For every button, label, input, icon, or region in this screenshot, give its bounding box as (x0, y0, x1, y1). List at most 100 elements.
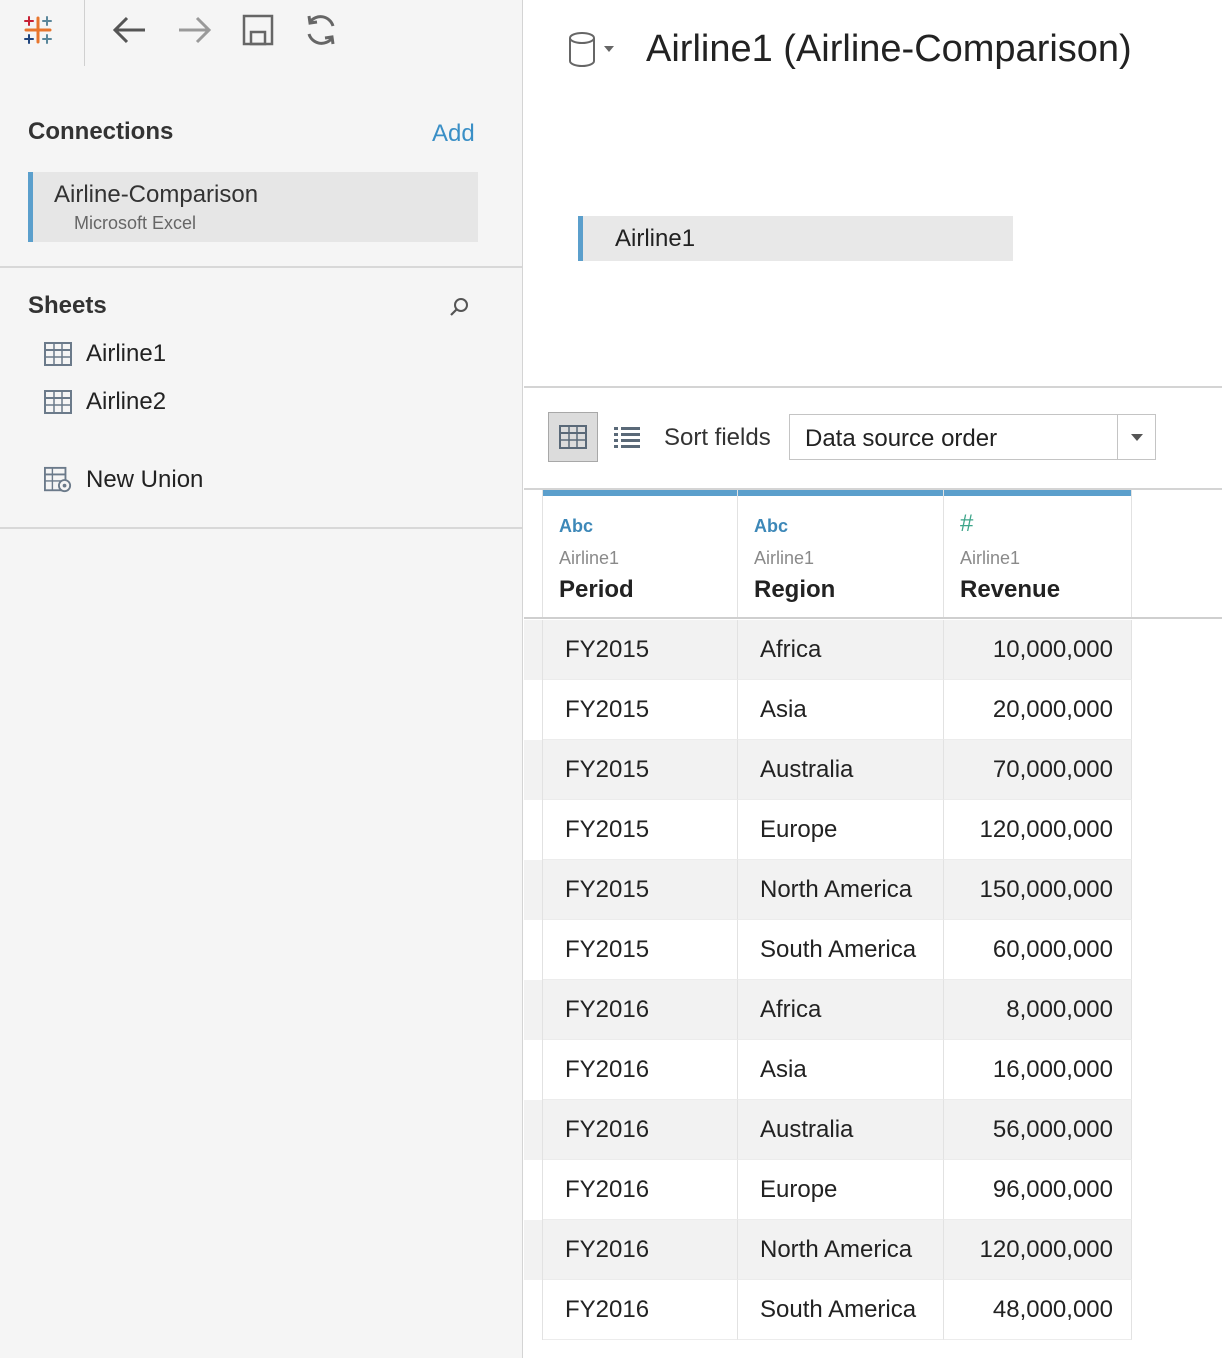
add-connection-link[interactable]: Add (432, 120, 475, 148)
union-icon (44, 466, 72, 494)
cell-region[interactable]: South America (738, 1280, 944, 1340)
cell-region[interactable]: Australia (738, 1100, 944, 1160)
table-row: FY2016 Africa 8,000,000 (524, 980, 1132, 1040)
column-header-period[interactable]: Abc Airline1 Period (543, 490, 738, 617)
cell-region[interactable]: Asia (738, 680, 944, 740)
cell-period[interactable]: FY2016 (543, 1100, 738, 1160)
table-row: FY2016 South America 48,000,000 (524, 1280, 1132, 1340)
cell-revenue[interactable]: 8,000,000 (944, 980, 1132, 1040)
left-pane: Connections Add Airline-Comparison Micro… (0, 0, 523, 1358)
refresh-button[interactable] (299, 8, 343, 52)
sheet-item-airline1[interactable]: Airline1 (44, 334, 474, 374)
cell-revenue[interactable]: 96,000,000 (944, 1160, 1132, 1220)
table-row: FY2015 Asia 20,000,000 (524, 680, 1132, 740)
column-source: Airline1 (559, 548, 620, 568)
connection-name: Airline-Comparison (54, 181, 259, 208)
row-gutter (524, 800, 543, 860)
cell-region[interactable]: South America (738, 920, 944, 980)
arrow-right-icon (179, 16, 212, 44)
cell-period[interactable]: FY2016 (543, 980, 738, 1040)
number-type-icon[interactable]: # (960, 510, 973, 538)
table-row: FY2016 Asia 16,000,000 (524, 1040, 1132, 1100)
divider (524, 386, 1222, 388)
string-type-icon[interactable]: Abc (754, 516, 788, 537)
table-row: FY2015 North America 150,000,000 (524, 860, 1132, 920)
cell-period[interactable]: FY2016 (543, 1220, 738, 1280)
cell-period[interactable]: FY2015 (543, 800, 738, 860)
cell-period[interactable]: FY2015 (543, 620, 738, 680)
list-view-button[interactable] (608, 418, 646, 456)
divider (0, 527, 522, 529)
forward-button[interactable] (172, 8, 216, 52)
table-row: FY2015 Europe 120,000,000 (524, 800, 1132, 860)
cell-period[interactable]: FY2016 (543, 1040, 738, 1100)
sort-fields-label: Sort fields (664, 424, 771, 451)
cell-revenue[interactable]: 120,000,000 (944, 800, 1132, 860)
cell-revenue[interactable]: 20,000,000 (944, 680, 1132, 740)
cell-region[interactable]: North America (738, 1220, 944, 1280)
cell-period[interactable]: FY2015 (543, 920, 738, 980)
cell-revenue[interactable]: 150,000,000 (944, 860, 1132, 920)
cell-period[interactable]: FY2016 (543, 1280, 738, 1340)
row-gutter (524, 860, 543, 920)
cell-region[interactable]: Europe (738, 1160, 944, 1220)
table-row: FY2016 Europe 96,000,000 (524, 1160, 1132, 1220)
table-row: FY2016 Australia 56,000,000 (524, 1100, 1132, 1160)
cell-period[interactable]: FY2015 (543, 740, 738, 800)
datasource-menu-button[interactable] (564, 30, 620, 70)
table-row: FY2015 Africa 10,000,000 (524, 620, 1132, 680)
cell-region[interactable]: North America (738, 860, 944, 920)
string-type-icon[interactable]: Abc (559, 516, 593, 537)
grid-header-gutter (524, 490, 543, 617)
sort-fields-dropdown[interactable]: Data source order (789, 414, 1156, 460)
tableau-logo-icon[interactable] (16, 8, 60, 52)
toolbar-divider (84, 0, 85, 66)
row-gutter (524, 740, 543, 800)
cell-region[interactable]: Africa (738, 620, 944, 680)
row-gutter (524, 1220, 543, 1280)
new-union-label: New Union (86, 466, 204, 493)
cell-revenue[interactable]: 120,000,000 (944, 1220, 1132, 1280)
table-row: FY2015 South America 60,000,000 (524, 920, 1132, 980)
cell-revenue[interactable]: 60,000,000 (944, 920, 1132, 980)
cell-region[interactable]: Asia (738, 1040, 944, 1100)
column-source: Airline1 (754, 548, 815, 568)
column-name: Period (559, 576, 634, 603)
cell-period[interactable]: FY2016 (543, 1160, 738, 1220)
sheets-search-button[interactable] (444, 292, 474, 322)
cell-revenue[interactable]: 70,000,000 (944, 740, 1132, 800)
table-row: FY2015 Australia 70,000,000 (524, 740, 1132, 800)
back-button[interactable] (108, 8, 152, 52)
new-union-item[interactable]: New Union (44, 460, 474, 500)
datasource-title[interactable]: Airline1 (Airline-Comparison) (646, 28, 1132, 71)
sheet-item-airline2[interactable]: Airline2 (44, 382, 474, 422)
column-header-region[interactable]: Abc Airline1 Region (738, 490, 944, 617)
grid-view-button[interactable] (548, 412, 598, 462)
row-gutter (524, 1280, 543, 1340)
cell-region[interactable]: Africa (738, 980, 944, 1040)
main-pane: Airline1 (Airline-Comparison) Airline1 S… (524, 0, 1222, 1358)
cell-revenue[interactable]: 56,000,000 (944, 1100, 1132, 1160)
cell-revenue[interactable]: 16,000,000 (944, 1040, 1132, 1100)
cell-revenue[interactable]: 48,000,000 (944, 1280, 1132, 1340)
row-gutter (524, 620, 543, 680)
canvas-table-airline1[interactable]: Airline1 (578, 216, 1013, 261)
cell-region[interactable]: Europe (738, 800, 944, 860)
arrow-left-icon (112, 16, 145, 44)
canvas-table-label: Airline1 (615, 225, 696, 252)
connections-heading: Connections (28, 118, 174, 145)
column-accent-bar (543, 490, 737, 496)
row-gutter (524, 1100, 543, 1160)
cell-revenue[interactable]: 10,000,000 (944, 620, 1132, 680)
column-header-revenue[interactable]: # Airline1 Revenue (944, 490, 1132, 617)
cell-period[interactable]: FY2015 (543, 860, 738, 920)
save-button[interactable] (236, 8, 280, 52)
cell-region[interactable]: Australia (738, 740, 944, 800)
row-gutter (524, 1040, 543, 1100)
cell-period[interactable]: FY2015 (543, 680, 738, 740)
app-window: Connections Add Airline-Comparison Micro… (0, 0, 1222, 1358)
toolbar (0, 0, 523, 66)
sort-fields-value: Data source order (805, 425, 998, 452)
connection-item[interactable]: Airline-Comparison Microsoft Excel (28, 172, 478, 242)
database-icon (569, 32, 614, 67)
